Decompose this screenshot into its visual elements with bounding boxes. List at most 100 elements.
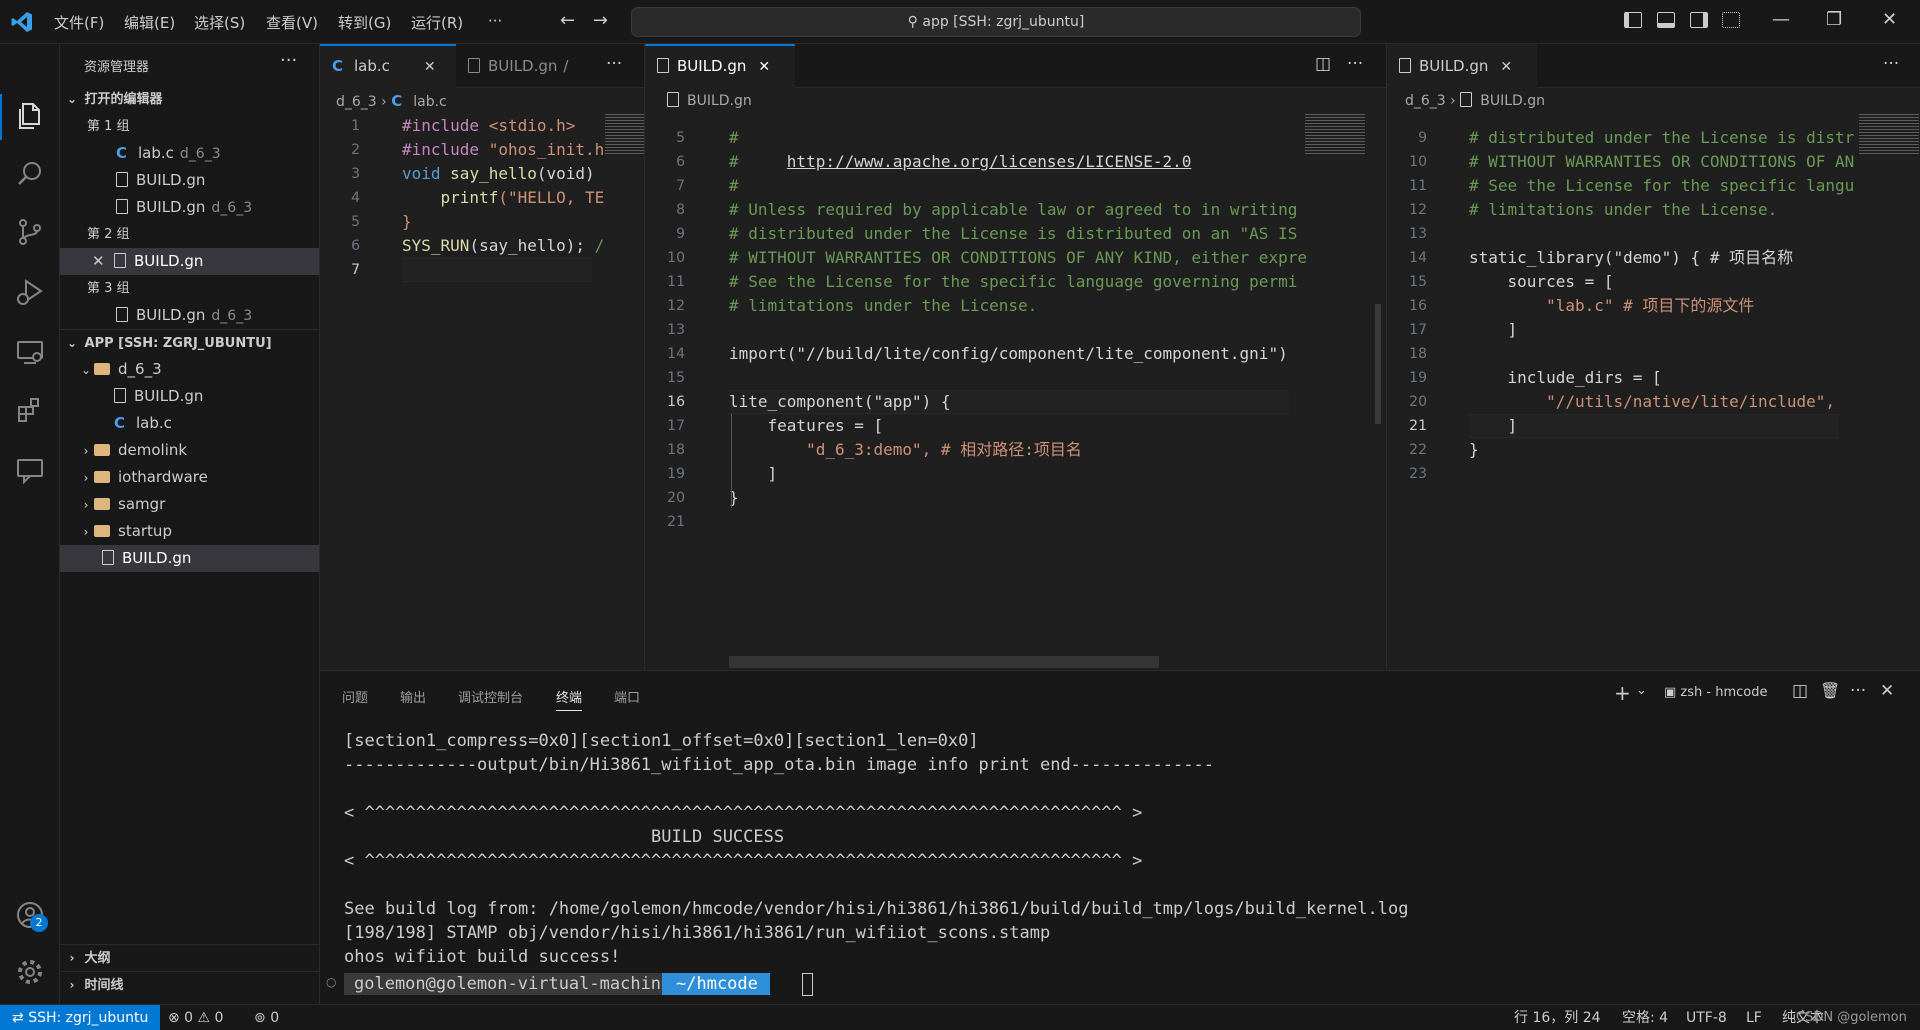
restore-icon[interactable]: ❐ [1826,9,1842,30]
open-editor-item[interactable]: BUILD.gn d_6_3 [60,302,319,329]
minimap[interactable] [1305,114,1365,154]
more-actions-icon[interactable]: ··· [1883,54,1899,74]
panel-tab-ports[interactable]: 端口 [614,687,640,706]
more-actions-icon[interactable]: ··· [280,50,297,71]
new-terminal-icon[interactable]: + [1614,681,1631,705]
cursor-position[interactable]: 行 16，列 24 [1514,1005,1601,1030]
breadcrumb-file[interactable]: BUILD.gn [687,93,752,109]
tree-folder-d_6_3[interactable]: ⌄ d_6_3 [60,356,319,383]
editor-group-2[interactable]: 第 2 组 [60,221,319,248]
code-line: sources = [ [1469,272,1614,291]
panel-tab-output[interactable]: 输出 [400,687,426,706]
file-name: BUILD.gn [134,252,204,270]
tree-folder[interactable]: › samgr [60,491,319,518]
code-line: # distributed under the License is distr… [729,224,1298,243]
tab-build-gn[interactable]: BUILD.gn ✕ [1387,44,1537,88]
toggle-panel-icon[interactable] [1657,12,1675,28]
extensions-icon[interactable] [14,394,46,426]
menu-go[interactable]: 转到(G) [338,12,391,33]
search-icon[interactable] [14,158,46,190]
tree-folder[interactable]: › startup [60,518,319,545]
close-editor-icon[interactable]: ✕ [92,248,106,275]
toggle-secondary-sidebar-icon[interactable] [1690,12,1708,28]
breadcrumb-file[interactable]: BUILD.gn [1480,93,1545,109]
command-center[interactable]: ⚲ app [SSH: zgrj_ubuntu] [631,7,1361,37]
breadcrumb: d_6_3 › Clab.c [336,92,447,110]
close-window-icon[interactable]: ✕ [1882,9,1897,30]
breadcrumb-folder[interactable]: d_6_3 [336,94,377,110]
tab-close-icon[interactable]: ✕ [758,59,770,75]
tab-close-icon[interactable]: ✕ [1500,59,1512,75]
tab-build-gn-active[interactable]: BUILD.gn ✕ [645,44,795,88]
code-line: # WITHOUT WARRANTIES OR CONDITIONS OF AN [1469,152,1855,171]
panel-tab-terminal[interactable]: 终端 [556,687,583,711]
customize-layout-icon[interactable] [1722,12,1740,28]
outline-header[interactable]: › 大纲 [60,944,319,971]
menu-file[interactable]: 文件(F) [54,12,104,33]
breadcrumb-folder[interactable]: d_6_3 [1405,93,1446,109]
horizontal-scrollbar[interactable] [729,656,1159,668]
open-editor-item[interactable]: BUILD.gn d_6_3 [60,194,319,221]
tree-folder[interactable]: › iothardware [60,464,319,491]
menu-edit[interactable]: 编辑(E) [124,12,175,33]
split-editor-icon[interactable]: ◫ [1315,54,1331,74]
run-debug-icon[interactable] [14,276,46,308]
remote-indicator[interactable]: ⇄ SSH: zgrj_ubuntu [0,1005,161,1030]
timeline-header[interactable]: › 时间线 [60,971,319,998]
remote-explorer-icon[interactable] [14,336,46,368]
trash-icon[interactable]: 🗑 [1820,681,1840,700]
nav-arrows: ← → [560,10,608,31]
tab-lab-c[interactable]: Clab.c ✕ [320,44,456,88]
workspace-header[interactable]: ⌄ APP [SSH: ZGRJ_UBUNTU] [60,329,319,356]
settings-gear-icon[interactable] [14,956,46,988]
indentation[interactable]: 空格: 4 [1622,1005,1668,1030]
end-of-line[interactable]: LF [1746,1005,1762,1030]
open-editors-header[interactable]: ⌄ 打开的编辑器 [60,86,319,113]
minimap[interactable] [605,114,644,154]
tab-close-icon[interactable]: ✕ [424,59,436,75]
panel-tab-problems[interactable]: 问题 [342,687,368,706]
toggle-sidebar-icon[interactable] [1624,12,1642,28]
close-panel-icon[interactable]: ✕ [1880,681,1894,701]
file-name: lab.c [138,144,174,162]
minimap[interactable] [1859,114,1919,154]
open-editors-title: 打开的编辑器 [84,92,163,107]
comments-icon[interactable] [14,454,46,486]
tree-file[interactable]: BUILD.gn [60,383,319,410]
breadcrumb-file[interactable]: lab.c [413,94,447,110]
menu-more[interactable]: ··· [488,12,502,30]
editor-group-1[interactable]: 第 1 组 [60,113,319,140]
chevron-down-icon[interactable]: ⌄ [1636,683,1647,698]
license-link[interactable]: http://www.apache.org/licenses/LICENSE-2… [787,152,1192,171]
more-actions-icon[interactable]: ··· [1347,54,1363,74]
split-terminal-icon[interactable]: ◫ [1792,681,1808,701]
minimize-icon[interactable]: — [1772,9,1790,30]
menu-view[interactable]: 查看(V) [266,12,318,33]
more-actions-icon[interactable]: ··· [1850,681,1866,701]
file-folder-desc: d_6_3 [179,146,221,162]
vertical-scrollbar[interactable] [1375,304,1381,424]
terminal-instance[interactable]: ▣ zsh - hmcode [1664,685,1767,700]
back-arrow-icon[interactable]: ← [560,10,575,31]
explorer-icon[interactable] [14,100,46,132]
code-line: features = [ [729,416,884,435]
encoding[interactable]: UTF-8 [1686,1005,1727,1030]
open-editor-item[interactable]: Clab.c d_6_3 [60,140,319,167]
source-control-icon[interactable] [14,216,46,248]
menu-selection[interactable]: 选择(S) [194,12,245,33]
tab-build-gn[interactable]: BUILD.gn / [456,44,596,88]
open-editor-item[interactable]: BUILD.gn [60,167,319,194]
breadcrumb: d_6_3 › BUILD.gn [1405,92,1545,109]
command-decoration-icon[interactable]: ○ [326,975,336,989]
tree-file[interactable]: Clab.c [60,410,319,437]
menu-run[interactable]: 运行(R) [411,12,463,33]
editor-group-3[interactable]: 第 3 组 [60,275,319,302]
panel-tab-debug-console[interactable]: 调试控制台 [458,687,523,706]
open-editor-item[interactable]: ✕ BUILD.gn [60,248,319,275]
more-actions-icon[interactable]: ··· [606,54,622,74]
tree-file[interactable]: BUILD.gn [60,545,319,572]
problems-count[interactable]: ⊗ 0 ⚠ 0 [168,1005,223,1030]
tree-folder[interactable]: › demolink [60,437,319,464]
ports-status[interactable]: ⊚ 0 [254,1005,279,1030]
forward-arrow-icon[interactable]: → [593,10,608,31]
